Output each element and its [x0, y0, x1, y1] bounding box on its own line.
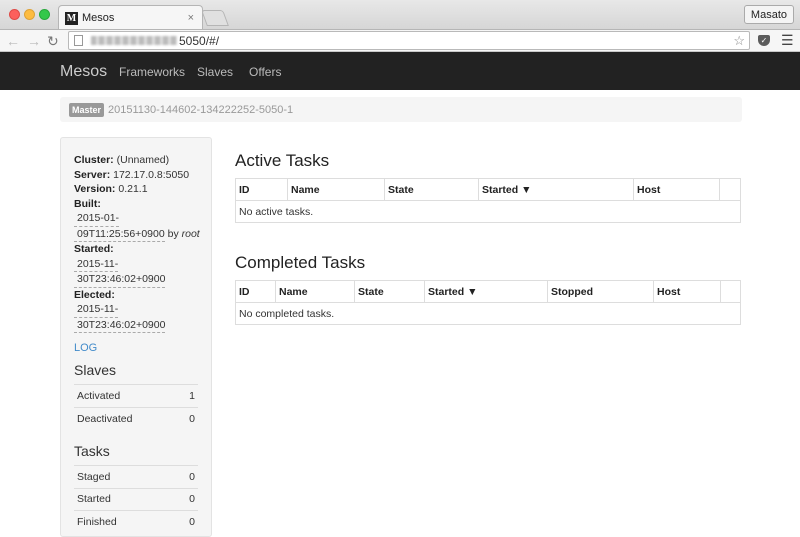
minimize-window-button[interactable]	[24, 9, 35, 20]
mesos-favicon-icon: M	[65, 11, 78, 25]
completed-empty-message: No completed tasks.	[235, 302, 741, 325]
tasks-started-label: Started	[74, 487, 173, 511]
completed-tasks-table: ID Name State Started ▼ Stopped Host No …	[235, 280, 741, 325]
table-row: Finished 0	[74, 510, 198, 533]
sidebar: Cluster: (Unnamed) Server: 172.17.0.8:50…	[60, 137, 212, 537]
table-row: Activated 1	[74, 384, 198, 407]
table-row: No completed tasks.	[235, 302, 741, 325]
col-state[interactable]: State	[354, 280, 425, 303]
table-header-row: ID Name State Started ▼ Host	[235, 178, 741, 201]
profile-button[interactable]: Masato	[743, 5, 794, 24]
col-extra	[720, 280, 741, 303]
elected-date-line2: 30T23:46:02+0900	[74, 318, 166, 333]
log-link[interactable]: LOG	[74, 342, 97, 354]
col-host[interactable]: Host	[653, 280, 721, 303]
close-window-button[interactable]	[9, 9, 20, 20]
cluster-value: (Unnamed)	[116, 154, 170, 166]
browser-toolbar: ← → ↻ 5050/#/ ☆ ✓ ☰	[0, 29, 800, 52]
slaves-activated-value: 1	[177, 384, 198, 407]
tasks-started-value: 0	[172, 487, 198, 511]
active-empty-message: No active tasks.	[235, 200, 741, 223]
col-started[interactable]: Started ▼	[478, 178, 634, 201]
browser-tab-bar: M Mesos × Masato	[0, 0, 800, 30]
mesos-navbar: Mesos Frameworks Slaves Offers	[0, 52, 800, 90]
url-text: 5050/#/	[179, 33, 220, 48]
built-user: root	[181, 227, 200, 240]
table-header-row: ID Name State Started ▼ Stopped Host	[235, 280, 741, 303]
server-value: 172.17.0.8:5050	[113, 168, 190, 181]
started-label: Started:	[74, 243, 114, 255]
address-bar[interactable]: 5050/#/ ☆	[68, 31, 750, 50]
page-icon	[74, 35, 83, 46]
tasks-finished-label: Finished	[74, 510, 173, 533]
col-id[interactable]: ID	[235, 280, 276, 303]
col-id[interactable]: ID	[235, 178, 288, 201]
slaves-table: Activated 1 Deactivated 0	[74, 384, 198, 430]
nav-offers[interactable]: Offers	[249, 65, 281, 79]
table-row: No active tasks.	[235, 200, 741, 223]
redacted-host	[91, 36, 177, 45]
started-date-line1: 2015-11-	[74, 257, 119, 272]
tasks-staged-value: 0	[172, 465, 198, 488]
slaves-heading: Slaves	[74, 362, 117, 378]
master-label: Master	[69, 102, 105, 117]
built-by: by	[167, 227, 179, 240]
built-date-line1: 2015-01-	[74, 211, 120, 227]
col-state[interactable]: State	[384, 178, 479, 201]
active-tasks-table: ID Name State Started ▼ Host No active t…	[235, 178, 741, 223]
nav-slaves[interactable]: Slaves	[197, 65, 233, 79]
bookmark-star-icon[interactable]: ☆	[733, 33, 745, 49]
tasks-staged-label: Staged	[74, 465, 173, 488]
slaves-deactivated-value: 0	[177, 406, 198, 430]
col-stopped[interactable]: Stopped	[547, 280, 654, 303]
master-id: 20151130-144602-134222252-5050-1	[108, 103, 294, 116]
elected-label: Elected:	[74, 288, 115, 301]
pocket-icon[interactable]: ✓	[758, 35, 770, 46]
cluster-info: Cluster: (Unnamed) Server: 172.17.0.8:50…	[74, 153, 204, 333]
col-extra	[719, 178, 741, 201]
table-row: Started 0	[74, 487, 198, 511]
active-tasks-heading: Active Tasks	[235, 151, 330, 170]
col-host[interactable]: Host	[633, 178, 720, 201]
built-label: Built:	[74, 197, 101, 210]
tasks-finished-value: 0	[172, 510, 198, 533]
cluster-label: Cluster:	[74, 154, 114, 166]
table-row: Deactivated 0	[74, 406, 198, 430]
col-name[interactable]: Name	[287, 178, 385, 201]
tasks-table: Staged 0 Started 0 Finished 0	[74, 465, 198, 533]
nav-frameworks[interactable]: Frameworks	[119, 65, 185, 79]
breadcrumb: Master 20151130-144602-134222252-5050-1	[60, 97, 742, 122]
started-date-line2: 30T23:46:02+0900	[74, 272, 166, 288]
elected-date-line1: 2015-11-	[74, 302, 119, 318]
col-started[interactable]: Started ▼	[424, 280, 548, 303]
tasks-heading: Tasks	[74, 443, 110, 459]
brand-link[interactable]: Mesos	[60, 63, 107, 81]
server-label: Server:	[74, 168, 111, 181]
back-arrow-icon[interactable]: ←	[6, 33, 20, 49]
browser-menu-icon[interactable]: ☰	[781, 32, 794, 49]
reload-icon[interactable]: ↻	[47, 33, 59, 49]
built-date-line2: 09T11:25:56+0900	[74, 227, 165, 242]
forward-arrow-icon[interactable]: →	[27, 33, 41, 49]
slaves-deactivated-label: Deactivated	[74, 406, 178, 430]
tab-title: Mesos	[82, 12, 115, 24]
version-label: Version:	[74, 183, 116, 195]
new-tab-button[interactable]	[201, 10, 229, 26]
browser-tab[interactable]: M Mesos ×	[58, 5, 203, 30]
slaves-activated-label: Activated	[74, 384, 178, 407]
col-name[interactable]: Name	[275, 280, 355, 303]
completed-tasks-heading: Completed Tasks	[235, 253, 366, 272]
tab-close-icon[interactable]: ×	[188, 12, 194, 24]
version-value: 0.21.1	[118, 183, 148, 195]
zoom-window-button[interactable]	[39, 9, 50, 20]
table-row: Staged 0	[74, 465, 198, 488]
